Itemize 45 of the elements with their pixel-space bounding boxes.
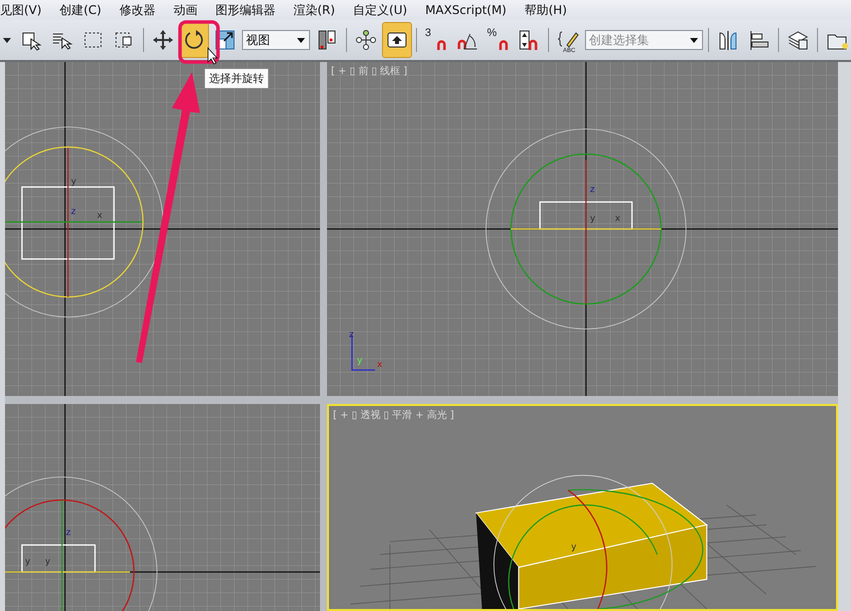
menu-item[interactable]: 图形编辑器	[206, 2, 284, 18]
caret-icon	[297, 38, 305, 42]
snap-toggle-button[interactable]: %	[484, 23, 512, 57]
axis-label: y	[25, 557, 30, 567]
menu-item[interactable]: MAXScript(M)	[416, 3, 516, 17]
tooltip: 选择并旋转	[204, 68, 269, 89]
menu-item[interactable]: 自定义(U)	[344, 2, 416, 18]
shortcut-button[interactable]	[383, 23, 411, 57]
axis-label: x	[97, 211, 102, 221]
view-dropdown[interactable]: 视图	[242, 30, 310, 50]
magnet-icon	[498, 40, 508, 50]
axis-label: x	[377, 360, 382, 370]
mirror-icon	[717, 29, 739, 51]
dropdown-icon	[3, 38, 11, 42]
axis-label: z	[66, 528, 71, 538]
axis-label: y	[45, 557, 50, 567]
menu-item[interactable]: 渲染(R)	[284, 2, 344, 18]
axis-label: z	[71, 207, 76, 217]
menu-item[interactable]: 帮助(H)	[516, 2, 576, 18]
menu-item[interactable]: 动画	[164, 2, 206, 18]
highlight-frame	[178, 20, 220, 64]
axis-label: z	[349, 330, 354, 340]
axis-label: y	[571, 542, 576, 553]
caret-icon	[690, 38, 698, 42]
axis-label: y	[590, 214, 596, 224]
node-graph-icon	[355, 29, 377, 51]
axis-label: x	[615, 214, 620, 224]
axis-label: y	[357, 356, 362, 366]
menu-item[interactable]: 修改器	[110, 2, 164, 18]
axis-label: z	[590, 185, 595, 195]
viewport[interactable]: [ + ▯ 透视 ▯ 平滑 + 高光 ] y	[327, 404, 838, 611]
snap-toggle-button[interactable]: 3	[422, 23, 450, 57]
align-icon	[748, 29, 770, 51]
spinner-magnet-icon	[518, 29, 540, 51]
menu-item[interactable]: 见图(V)	[0, 2, 51, 18]
magnet-icon	[436, 40, 446, 50]
move-arrows-icon	[152, 29, 174, 51]
mouse-cursor-icon	[208, 46, 218, 65]
rotate-icon	[183, 29, 205, 51]
layers-icon	[787, 29, 809, 51]
axis-tripod-icon	[351, 335, 375, 371]
rotate-button[interactable]	[180, 23, 208, 57]
menu-item[interactable]: 创建(C)	[50, 2, 110, 18]
pivot-icon	[316, 29, 338, 51]
axis-label: y	[71, 177, 76, 187]
